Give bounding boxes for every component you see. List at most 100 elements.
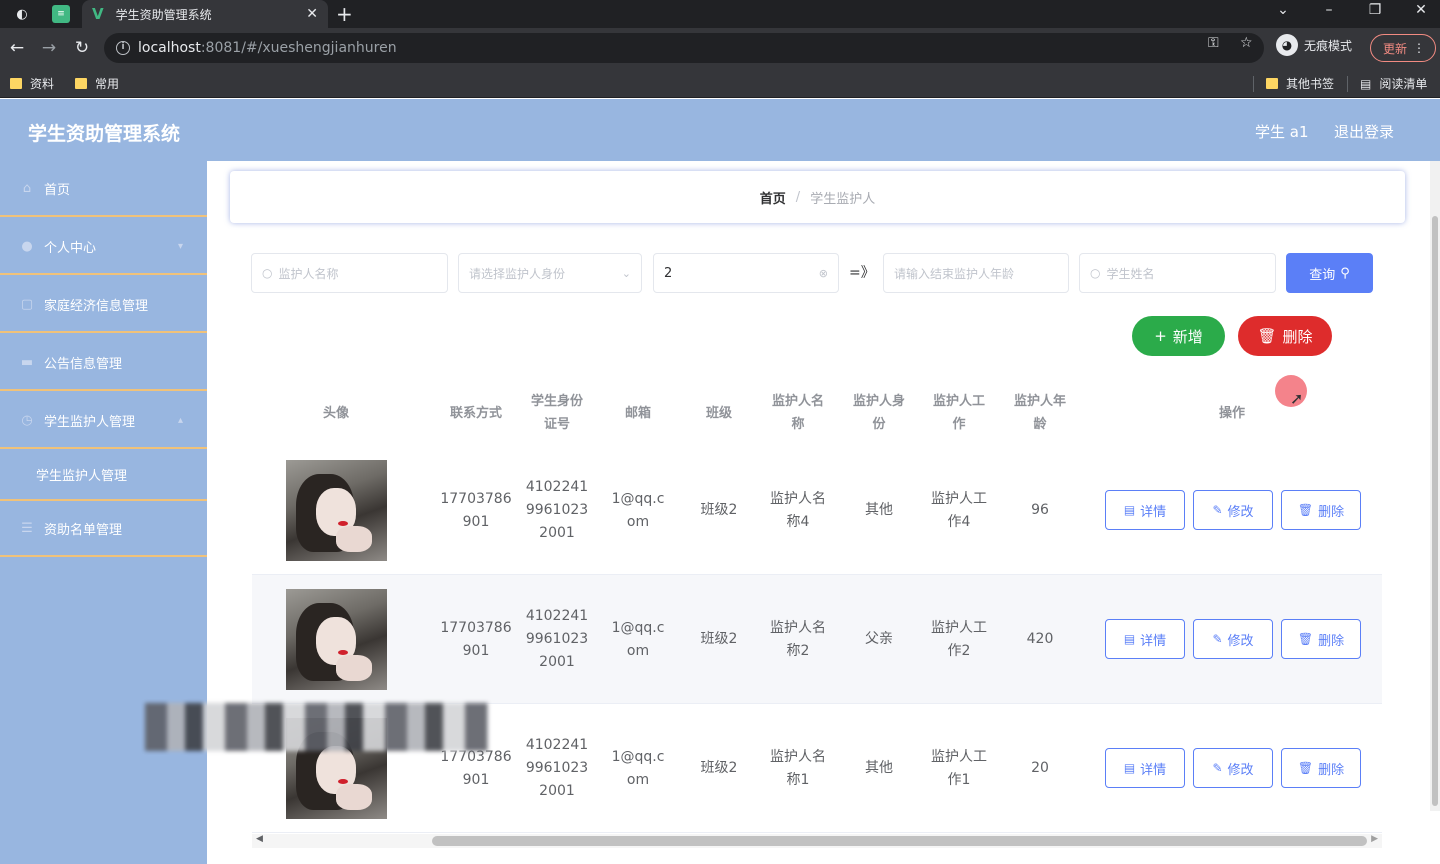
incognito-icon: ◕ bbox=[1276, 34, 1298, 56]
avatar[interactable] bbox=[285, 460, 387, 561]
scrollbar-thumb[interactable] bbox=[432, 836, 1367, 846]
tab-search-icon[interactable]: ⌄ bbox=[1271, 2, 1295, 18]
minimize-icon[interactable]: – bbox=[1317, 2, 1341, 18]
vertical-scrollbar[interactable] bbox=[1430, 161, 1440, 811]
id-card-cell: 410224199610232001 bbox=[525, 737, 589, 799]
incognito-indicator[interactable]: ◕ 无痕模式 bbox=[1276, 34, 1352, 56]
browser-tab[interactable]: V 学生资助管理系统 ✕ bbox=[82, 0, 328, 28]
scroll-left-icon[interactable]: ◀ bbox=[256, 834, 263, 844]
identity-cell: 其他 bbox=[865, 502, 893, 518]
batch-delete-button[interactable]: 🗑 删除 bbox=[1238, 316, 1332, 356]
browser-toolbar: ← → ↻ i localhost:8081/#/xueshengjianhur… bbox=[0, 28, 1440, 68]
sidebar-item-announcement[interactable]: ▬ 公告信息管理 bbox=[0, 335, 207, 391]
guardian-name-cell: 监护人名称4 bbox=[770, 490, 826, 530]
sidebar-item-label: 资助名单管理 bbox=[44, 522, 123, 538]
work-cell: 监护人工作4 bbox=[931, 490, 987, 530]
phone-cell: 17703786901 bbox=[440, 490, 512, 530]
query-label: 查询 bbox=[1309, 267, 1336, 283]
detail-button[interactable]: ▤ 详情 bbox=[1105, 748, 1185, 788]
email-cell: 1@qq.com bbox=[611, 490, 665, 530]
new-tab-icon[interactable]: + bbox=[336, 2, 353, 26]
age-cell: 420 bbox=[1026, 631, 1054, 647]
site-info-icon[interactable]: i bbox=[116, 41, 130, 55]
delete-label: 删除 bbox=[1282, 327, 1313, 346]
restore-icon[interactable]: ❐ bbox=[1363, 2, 1387, 18]
update-button[interactable]: 更新 ⋮ bbox=[1370, 34, 1436, 62]
detail-label: 详情 bbox=[1140, 762, 1167, 778]
main-content: 首页 / 学生监护人 ○ 监护人名称 请选择监护人身份 ⌄ 2 ⊗ =》 请输入… bbox=[207, 161, 1440, 864]
tab-title: 学生资助管理系统 bbox=[115, 7, 212, 22]
back-icon[interactable]: ← bbox=[5, 36, 29, 60]
list-icon: ☰ bbox=[21, 520, 33, 536]
forward-icon[interactable]: → bbox=[37, 36, 61, 60]
other-bookmarks[interactable]: 其他书签 bbox=[1266, 75, 1334, 92]
edit-button[interactable]: ✎ 修改 bbox=[1193, 748, 1273, 788]
table-row: 17703786901 410224199610232001 1@qq.com … bbox=[252, 575, 1382, 704]
work-cell: 监护人工作1 bbox=[931, 748, 987, 788]
breadcrumb-home[interactable]: 首页 bbox=[760, 188, 786, 207]
reading-list[interactable]: ▤ 阅读清单 bbox=[1360, 75, 1427, 92]
placeholder: 学生姓名 bbox=[1106, 266, 1155, 281]
detail-label: 详情 bbox=[1140, 504, 1167, 520]
address-bar[interactable]: i localhost:8081/#/xueshengjianhuren bbox=[104, 33, 1264, 63]
menu-dots-icon[interactable]: ⋮ bbox=[1413, 41, 1425, 55]
sidebar-item-funding-list[interactable]: ☰ 资助名单管理 bbox=[0, 501, 207, 557]
query-button[interactable]: 查询 ⚲ bbox=[1286, 253, 1373, 293]
sidebar: ⌂ 首页 ● 个人中心 ▾ ▢ 家庭经济信息管理 ▬ 公告信息管理 ◷ 学生监护… bbox=[0, 161, 207, 864]
age-end-input[interactable]: 请输入结束监护人年龄 bbox=[883, 253, 1069, 293]
age-cell: 96 bbox=[1031, 502, 1049, 518]
guardian-name-input[interactable]: ○ 监护人名称 bbox=[251, 253, 448, 293]
delete-button[interactable]: 🗑 删除 bbox=[1281, 619, 1361, 659]
guardian-name-cell: 监护人名称2 bbox=[770, 619, 826, 659]
placeholder: 监护人名称 bbox=[278, 266, 339, 281]
delete-label: 删除 bbox=[1318, 762, 1345, 778]
detail-button[interactable]: ▤ 详情 bbox=[1105, 490, 1185, 530]
delete-button[interactable]: 🗑 删除 bbox=[1281, 490, 1361, 530]
avatar-cell bbox=[252, 446, 420, 575]
scrollbar-thumb[interactable] bbox=[1432, 216, 1438, 806]
browser-globe-icon[interactable]: ◐ bbox=[12, 4, 32, 24]
header-class: 班级 bbox=[705, 405, 732, 421]
logout-link[interactable]: 退出登录 bbox=[1334, 121, 1394, 142]
scroll-right-icon[interactable]: ▶ bbox=[1371, 834, 1378, 844]
bookmarks-bar: 资料 常用 其他书签 ▤ 阅读清单 bbox=[0, 68, 1440, 98]
bookmark-label: 阅读清单 bbox=[1379, 77, 1428, 91]
key-icon[interactable]: ⚿ bbox=[1208, 35, 1219, 51]
bookmark-folder-2[interactable]: 常用 bbox=[75, 75, 119, 92]
add-button[interactable]: + 新增 bbox=[1132, 316, 1225, 356]
edit-button[interactable]: ✎ 修改 bbox=[1193, 619, 1273, 659]
detail-button[interactable]: ▤ 详情 bbox=[1105, 619, 1185, 659]
horizontal-scrollbar[interactable]: ◀ ▶ bbox=[252, 834, 1382, 848]
phone-cell: 17703786901 bbox=[440, 619, 512, 659]
detail-label: 详情 bbox=[1140, 633, 1167, 649]
age-start-input[interactable]: 2 ⊗ bbox=[653, 253, 839, 293]
delete-button[interactable]: 🗑 删除 bbox=[1281, 748, 1361, 788]
clear-icon[interactable]: ⊗ bbox=[819, 267, 828, 280]
identity-cell: 其他 bbox=[865, 760, 893, 776]
window-close-icon[interactable]: ✕ bbox=[1409, 2, 1433, 18]
tab-group-icon[interactable]: ≡ bbox=[52, 5, 70, 23]
bookmark-label: 常用 bbox=[95, 77, 120, 91]
sidebar-item-guardian[interactable]: ◷ 学生监护人管理 ▴ bbox=[0, 393, 207, 449]
folder-icon bbox=[10, 78, 22, 89]
student-name-input[interactable]: ○ 学生姓名 bbox=[1079, 253, 1276, 293]
sidebar-item-personal-center[interactable]: ● 个人中心 ▾ bbox=[0, 219, 207, 275]
sidebar-subitem-guardian[interactable]: 学生监护人管理 bbox=[0, 449, 207, 501]
email-cell: 1@qq.com bbox=[611, 748, 665, 788]
tab-close-icon[interactable]: ✕ bbox=[306, 6, 318, 22]
document-icon: ▢ bbox=[20, 296, 34, 312]
chevron-down-icon: ▾ bbox=[177, 240, 183, 252]
header-operations: 操作 bbox=[1218, 405, 1245, 421]
edit-button[interactable]: ✎ 修改 bbox=[1193, 490, 1273, 530]
bookmark-folder-1[interactable]: 资料 bbox=[10, 75, 54, 92]
identity-select[interactable]: 请选择监护人身份 ⌄ bbox=[458, 253, 642, 293]
current-user[interactable]: 学生 a1 bbox=[1255, 121, 1309, 142]
email-cell: 1@qq.com bbox=[611, 619, 665, 659]
sidebar-item-family-economy[interactable]: ▢ 家庭经济信息管理 bbox=[0, 277, 207, 333]
header-avatar: 头像 bbox=[322, 405, 349, 421]
avatar[interactable] bbox=[285, 589, 387, 690]
reload-icon[interactable]: ↻ bbox=[70, 36, 94, 60]
bookmark-star-icon[interactable]: ☆ bbox=[1240, 35, 1253, 51]
edit-label: 修改 bbox=[1227, 504, 1254, 520]
sidebar-item-home[interactable]: ⌂ 首页 bbox=[0, 161, 207, 217]
